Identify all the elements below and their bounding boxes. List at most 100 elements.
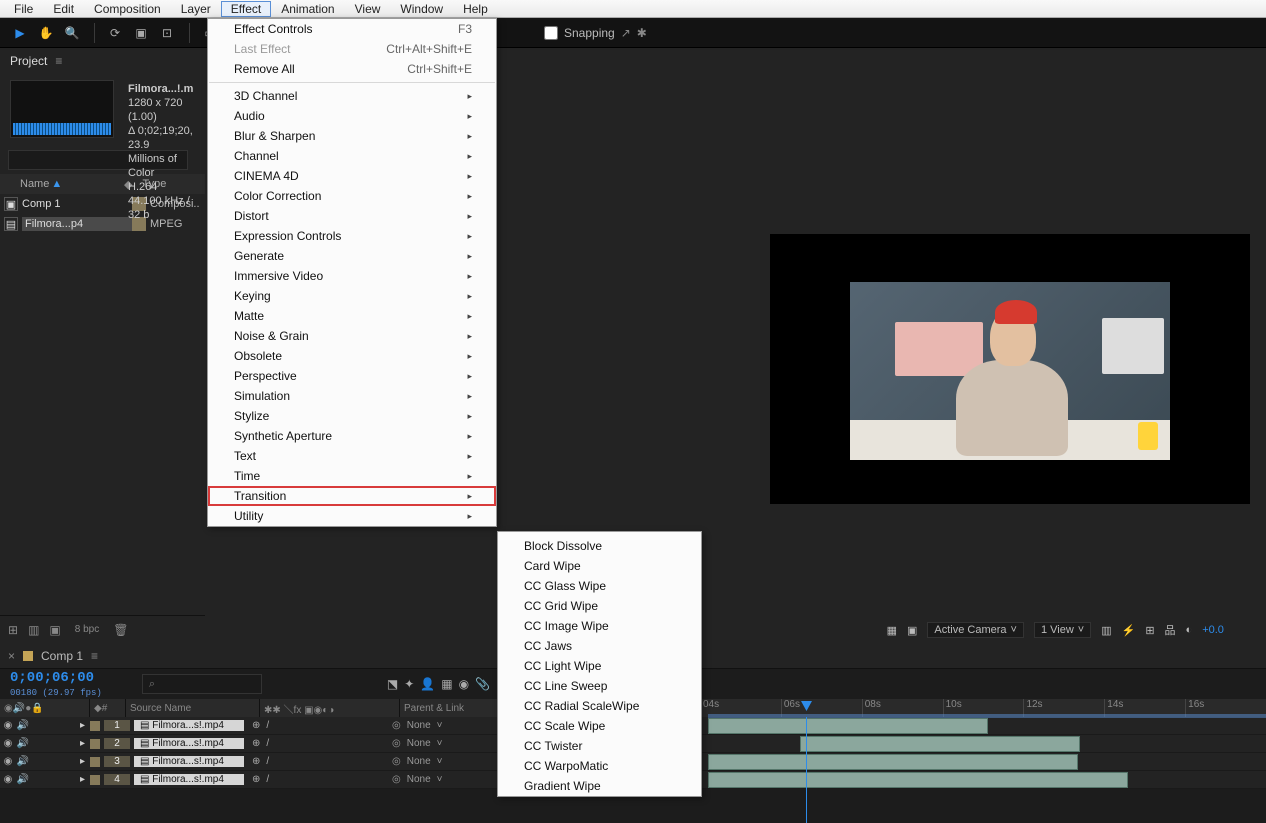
views-select[interactable]: 1 View ˅ — [1034, 622, 1091, 638]
menu-view[interactable]: View — [345, 1, 391, 17]
timeline-tab-label[interactable]: Comp 1 — [41, 649, 83, 663]
transition-cc-scale-wipe[interactable]: CC Scale Wipe — [498, 716, 701, 736]
exposure-reset-icon[interactable]: ◐ — [1186, 624, 1193, 636]
effect-category-audio[interactable]: Audio▸ — [208, 106, 496, 126]
camera-select[interactable]: Active Camera ˅ — [927, 622, 1024, 638]
effect-category-perspective[interactable]: Perspective▸ — [208, 366, 496, 386]
effect-category-noise-grain[interactable]: Noise & Grain▸ — [208, 326, 496, 346]
transition-cc-image-wipe[interactable]: CC Image Wipe — [498, 616, 701, 636]
menu-window[interactable]: Window — [390, 1, 453, 17]
effect-category-expression-controls[interactable]: Expression Controls▸ — [208, 226, 496, 246]
menu-edit[interactable]: Edit — [43, 1, 84, 17]
sort-icon[interactable]: ▲ — [51, 178, 62, 190]
preview-viewport[interactable] — [770, 234, 1250, 504]
transition-cc-light-wipe[interactable]: CC Light Wipe — [498, 656, 701, 676]
transition-cc-warpomatic[interactable]: CC WarpoMatic — [498, 756, 701, 776]
parent-col[interactable]: Parent & Link — [400, 699, 500, 717]
transparency-grid-icon[interactable]: ▦ — [887, 624, 897, 637]
effect-category-utility[interactable]: Utility▸ — [208, 506, 496, 526]
effect-category-obsolete[interactable]: Obsolete▸ — [208, 346, 496, 366]
snapping-checkbox[interactable] — [544, 26, 558, 40]
motion-blur-icon[interactable]: ◉ — [459, 677, 469, 691]
new-folder-icon[interactable]: ▥ — [28, 623, 39, 637]
effect-category-transition[interactable]: Transition▸ — [208, 486, 496, 506]
label-col-icon[interactable]: ◆ — [94, 703, 102, 714]
tab-menu-icon[interactable]: ≡ — [91, 649, 98, 663]
clip-bar[interactable] — [708, 772, 1128, 788]
transition-card-wipe[interactable]: Card Wipe — [498, 556, 701, 576]
close-tab-icon[interactable]: × — [8, 649, 15, 663]
trash-icon[interactable]: 🗑 — [113, 623, 128, 637]
3d-view-icon[interactable]: ▣ — [907, 624, 917, 637]
transition-cc-twister[interactable]: CC Twister — [498, 736, 701, 756]
clip-bar[interactable] — [800, 736, 1080, 752]
transition-cc-grid-wipe[interactable]: CC Grid Wipe — [498, 596, 701, 616]
effect-category-distort[interactable]: Distort▸ — [208, 206, 496, 226]
bpc-toggle[interactable]: 8 bpc — [71, 622, 103, 637]
effect-category-3d-channel[interactable]: 3D Channel▸ — [208, 86, 496, 106]
effect-category-time[interactable]: Time▸ — [208, 466, 496, 486]
playhead[interactable] — [806, 717, 807, 823]
source-col[interactable]: Source Name — [126, 699, 260, 717]
lock-col-icon[interactable]: 🔒 — [31, 703, 43, 714]
comp-color-swatch[interactable] — [23, 651, 33, 661]
effect-item-remove-all[interactable]: Remove AllCtrl+Shift+E — [208, 59, 496, 79]
menu-composition[interactable]: Composition — [84, 1, 171, 17]
track-area[interactable] — [700, 717, 1266, 823]
effect-category-keying[interactable]: Keying▸ — [208, 286, 496, 306]
menu-layer[interactable]: Layer — [171, 1, 221, 17]
col-name[interactable]: Name — [20, 178, 49, 190]
transition-block-dissolve[interactable]: Block Dissolve — [498, 536, 701, 556]
menu-file[interactable]: File — [4, 1, 43, 17]
effect-category-channel[interactable]: Channel▸ — [208, 146, 496, 166]
transition-cc-jaws[interactable]: CC Jaws — [498, 636, 701, 656]
effect-category-color-correction[interactable]: Color Correction▸ — [208, 186, 496, 206]
shy-icon[interactable]: 👤 — [420, 677, 435, 691]
project-thumbnail[interactable] — [10, 80, 114, 138]
eye-col-icon[interactable]: ◉ — [4, 703, 13, 714]
pan-behind-tool-icon[interactable]: ⊡ — [155, 21, 179, 45]
timeline-search-input[interactable] — [142, 674, 262, 694]
menu-animation[interactable]: Animation — [271, 1, 344, 17]
transition-cc-line-sweep[interactable]: CC Line Sweep — [498, 676, 701, 696]
new-comp-icon[interactable]: ▣ — [49, 623, 60, 637]
fast-preview-icon[interactable]: ⚡ — [1122, 624, 1136, 637]
speaker-col-icon[interactable]: 🔊 — [13, 703, 25, 714]
draft3d-icon[interactable]: ✦ — [404, 677, 414, 691]
effect-category-matte[interactable]: Matte▸ — [208, 306, 496, 326]
effect-category-stylize[interactable]: Stylize▸ — [208, 406, 496, 426]
effect-category-simulation[interactable]: Simulation▸ — [208, 386, 496, 406]
pixel-aspect-icon[interactable]: ▥ — [1101, 624, 1111, 637]
effect-category-text[interactable]: Text▸ — [208, 446, 496, 466]
exposure-value[interactable]: +0.0 — [1202, 624, 1224, 636]
menu-help[interactable]: Help — [453, 1, 498, 17]
orbit-tool-icon[interactable]: ⟳ — [103, 21, 127, 45]
project-tab[interactable]: Project ≡ — [0, 48, 205, 74]
zoom-tool-icon[interactable]: 🔍 — [60, 21, 84, 45]
effect-category-synthetic-aperture[interactable]: Synthetic Aperture▸ — [208, 426, 496, 446]
frame-blend-icon[interactable]: ▦ — [441, 677, 452, 691]
panel-menu-icon[interactable]: ≡ — [55, 54, 62, 68]
transition-gradient-wipe[interactable]: Gradient Wipe — [498, 776, 701, 796]
menu-effect[interactable]: Effect — [221, 1, 271, 17]
hand-tool-icon[interactable]: ✋ — [34, 21, 58, 45]
effect-category-immersive-video[interactable]: Immersive Video▸ — [208, 266, 496, 286]
timeline-icon[interactable]: ⊞ — [1145, 624, 1154, 637]
graph-editor-icon[interactable]: 📎 — [475, 677, 490, 691]
effect-item-effect-controls[interactable]: Effect ControlsF3 — [208, 19, 496, 39]
snapping-options-icon[interactable]: ↗ — [621, 26, 631, 40]
clip-bar[interactable] — [708, 718, 988, 734]
selection-tool-icon[interactable]: ▶ — [8, 21, 32, 45]
snapping-toggle[interactable]: Snapping ↗ ✱ — [544, 26, 647, 40]
transition-cc-radial-scalewipe[interactable]: CC Radial ScaleWipe — [498, 696, 701, 716]
effect-category-generate[interactable]: Generate▸ — [208, 246, 496, 266]
comp-mini-flow-icon[interactable]: ⬔ — [387, 677, 398, 691]
effect-category-cinema-4d[interactable]: CINEMA 4D▸ — [208, 166, 496, 186]
snapping-magnet-icon[interactable]: ✱ — [637, 26, 647, 40]
camera-tool-icon[interactable]: ▣ — [129, 21, 153, 45]
switches-col-icon[interactable]: ✱✱ ＼fx ▣◉◐◑ — [264, 701, 334, 716]
interpret-footage-icon[interactable]: ⊞ — [8, 623, 18, 637]
clip-bar[interactable] — [708, 754, 1078, 770]
effect-category-blur-sharpen[interactable]: Blur & Sharpen▸ — [208, 126, 496, 146]
comp-flow-icon[interactable]: 品 — [1165, 622, 1176, 638]
